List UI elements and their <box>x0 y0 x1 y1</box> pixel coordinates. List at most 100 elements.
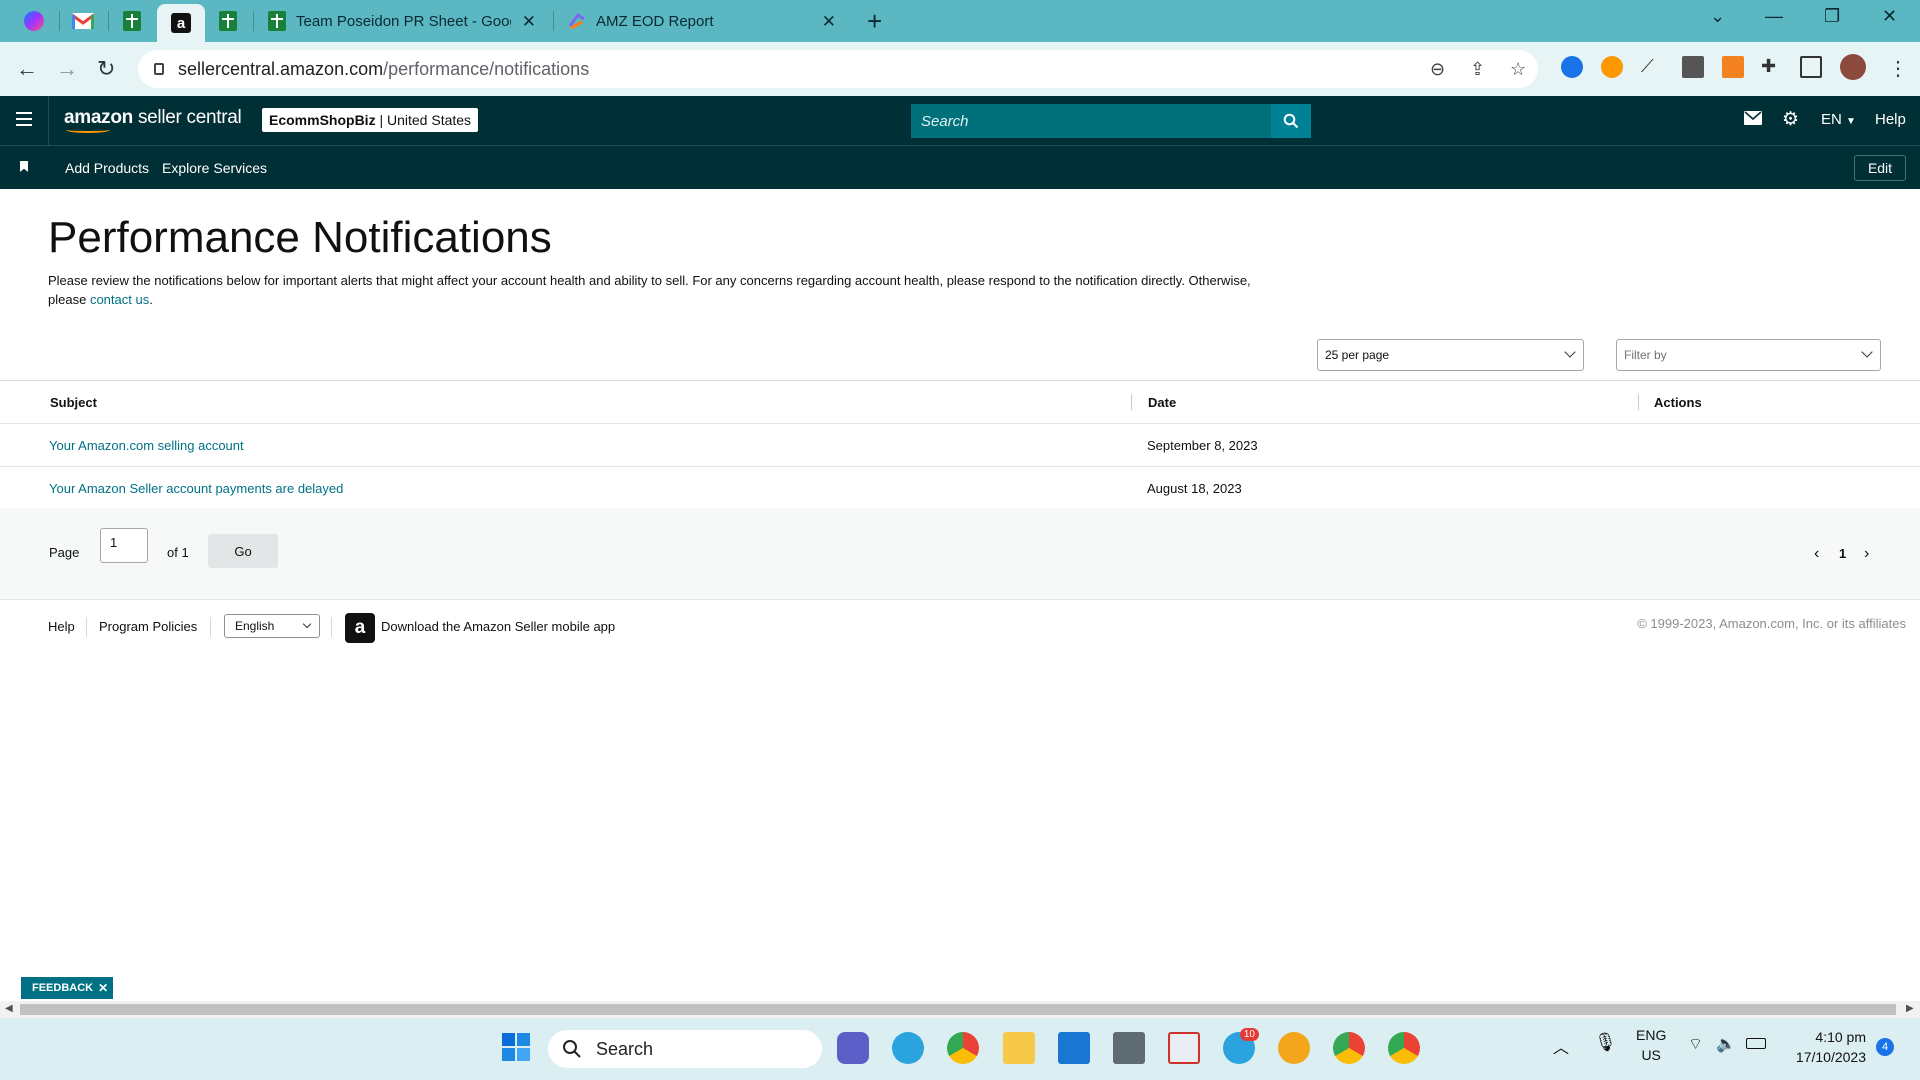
notepad-icon[interactable] <box>1058 1032 1090 1064</box>
footer-divider <box>331 617 332 637</box>
subnav-add-products[interactable]: Add Products <box>65 160 149 176</box>
previous-page-icon[interactable]: ‹ <box>1814 545 1819 563</box>
search-icon <box>563 1040 581 1058</box>
google-sheets-icon <box>219 11 237 31</box>
seller-central-logo[interactable]: amazon seller central <box>64 107 242 133</box>
snipping-tool-icon[interactable] <box>1168 1032 1200 1064</box>
feedback-button[interactable]: FEEDBACK ✕ <box>21 977 113 999</box>
extension-icon[interactable] <box>1561 56 1583 78</box>
chrome-icon[interactable] <box>1333 1032 1365 1064</box>
battery-icon[interactable] <box>1746 1038 1766 1049</box>
close-window-icon[interactable]: ✕ <box>1882 6 1897 27</box>
tab-separator <box>59 11 60 31</box>
edit-button[interactable]: Edit <box>1854 155 1906 181</box>
hamburger-menu-icon[interactable] <box>16 112 32 130</box>
download-app-link[interactable]: Download the Amazon Seller mobile app <box>381 619 615 634</box>
store-switcher[interactable]: EcommShopBiz | United States <box>262 108 479 132</box>
puzzle-icon[interactable]: ✚ <box>1761 56 1783 78</box>
notification-subject-link[interactable]: Your Amazon.com selling account <box>49 438 244 453</box>
language-switcher[interactable]: EN ▼ <box>1821 111 1856 128</box>
mail-icon[interactable] <box>1744 111 1762 129</box>
taskbar-search[interactable]: Search <box>548 1030 822 1068</box>
share-icon[interactable]: ⇪ <box>1470 59 1485 80</box>
filter-select[interactable]: Filter by <box>1616 339 1881 371</box>
footer-help-link[interactable]: Help <box>48 619 75 634</box>
reload-icon[interactable]: ↻ <box>97 56 115 82</box>
extension-icon[interactable]: ⟋ <box>1641 56 1663 78</box>
minimize-icon[interactable]: — <box>1765 6 1783 27</box>
tab-messenger[interactable] <box>14 6 54 36</box>
scroll-right-icon[interactable]: ▶ <box>1906 1003 1914 1014</box>
header-divider <box>48 96 49 145</box>
tab-title: Team Poseidon PR Sheet - Goog <box>296 12 511 30</box>
page-label: Page <box>49 545 80 560</box>
meet-icon[interactable] <box>837 1032 869 1064</box>
column-subject[interactable]: Subject <box>50 395 97 410</box>
go-button[interactable]: Go <box>208 534 278 568</box>
chrome-icon[interactable] <box>947 1032 979 1064</box>
amazon-seller-app-icon[interactable]: a <box>345 613 375 643</box>
file-explorer-icon[interactable] <box>1003 1032 1035 1064</box>
wifi-icon[interactable]: ⌔ <box>1688 1034 1703 1054</box>
per-page-select[interactable]: 25 per page <box>1317 339 1584 371</box>
search-input[interactable] <box>911 112 1271 130</box>
tab-close-icon[interactable]: ✕ <box>522 12 536 32</box>
profile-avatar[interactable] <box>1840 54 1866 80</box>
lock-icon <box>154 63 164 75</box>
tab-separator <box>553 11 554 31</box>
chrome-icon[interactable] <box>1388 1032 1420 1064</box>
bookmark-star-icon[interactable]: ☆ <box>1510 59 1526 80</box>
footer-language-select[interactable]: English <box>224 614 320 638</box>
volume-icon[interactable]: 🔈 <box>1716 1034 1736 1054</box>
help-link[interactable]: Help <box>1875 111 1906 128</box>
notification-count-badge[interactable]: 4 <box>1876 1038 1894 1056</box>
tab-sheets-2[interactable] <box>208 6 248 36</box>
side-panel-icon[interactable] <box>1800 56 1822 78</box>
current-page-number[interactable]: 1 <box>1839 546 1846 561</box>
tab-close-icon[interactable]: ✕ <box>822 12 836 32</box>
next-page-icon[interactable]: › <box>1864 545 1869 563</box>
footer-divider <box>86 617 87 637</box>
extension-icon[interactable] <box>1601 56 1623 78</box>
chrome-menu-icon[interactable]: ⋮ <box>1888 56 1908 81</box>
tray-chevron-up-icon[interactable]: ︿ <box>1553 1034 1569 1058</box>
back-icon[interactable]: ← <box>16 56 38 82</box>
scrollbar-thumb[interactable] <box>20 1004 1896 1015</box>
forward-icon[interactable]: → <box>56 56 78 82</box>
tab-amz-eod-report[interactable]: AMZ EOD Report ✕ <box>568 6 846 36</box>
page-number-input[interactable]: 1 <box>100 528 148 563</box>
extension-js-icon[interactable] <box>1722 56 1744 78</box>
tab-amazon-active[interactable]: a <box>157 4 205 42</box>
tab-search-chevron-icon[interactable]: ⌄ <box>1710 6 1725 27</box>
input-language[interactable]: ENG US <box>1636 1025 1666 1065</box>
footer-program-policies-link[interactable]: Program Policies <box>99 619 197 634</box>
app-icon[interactable] <box>1278 1032 1310 1064</box>
bookmark-icon[interactable] <box>20 161 28 172</box>
calculator-icon[interactable] <box>1113 1032 1145 1064</box>
zoom-icon[interactable]: ⊖ <box>1430 59 1445 80</box>
footer-divider <box>210 617 211 637</box>
microphone-icon[interactable]: 🎙 <box>1594 1032 1617 1053</box>
subnav-explore-services[interactable]: Explore Services <box>162 160 267 176</box>
telegram-icon[interactable] <box>892 1032 924 1064</box>
notification-subject-link[interactable]: Your Amazon Seller account payments are … <box>49 481 343 496</box>
restore-icon[interactable]: ❐ <box>1824 6 1840 27</box>
address-bar[interactable]: sellercentral.amazon.com/performance/not… <box>138 50 1538 88</box>
windows-start-icon[interactable] <box>501 1032 533 1064</box>
close-icon[interactable]: ✕ <box>98 981 108 995</box>
scroll-left-icon[interactable]: ◀ <box>5 1003 13 1014</box>
system-clock[interactable]: 4:10 pm 17/10/2023 <box>1780 1027 1866 1067</box>
horizontal-scrollbar[interactable]: ◀ ▶ <box>0 1001 1920 1018</box>
clickup-icon <box>568 12 585 30</box>
url-text: sellercentral.amazon.com/performance/not… <box>178 58 590 79</box>
tab-sheets-1[interactable] <box>112 6 152 36</box>
tab-poseidon-sheet[interactable]: Team Poseidon PR Sheet - Goog ✕ <box>268 6 546 36</box>
extension-off-icon[interactable] <box>1682 56 1704 78</box>
contact-us-link[interactable]: contact us <box>90 292 149 307</box>
tab-gmail[interactable] <box>63 6 103 36</box>
new-tab-icon[interactable]: + <box>867 8 882 34</box>
settings-gear-icon[interactable]: ⚙ <box>1782 108 1799 131</box>
search-button[interactable] <box>1271 104 1311 138</box>
telegram-icon[interactable]: 10 <box>1223 1028 1259 1064</box>
column-date[interactable]: Date <box>1148 395 1176 410</box>
